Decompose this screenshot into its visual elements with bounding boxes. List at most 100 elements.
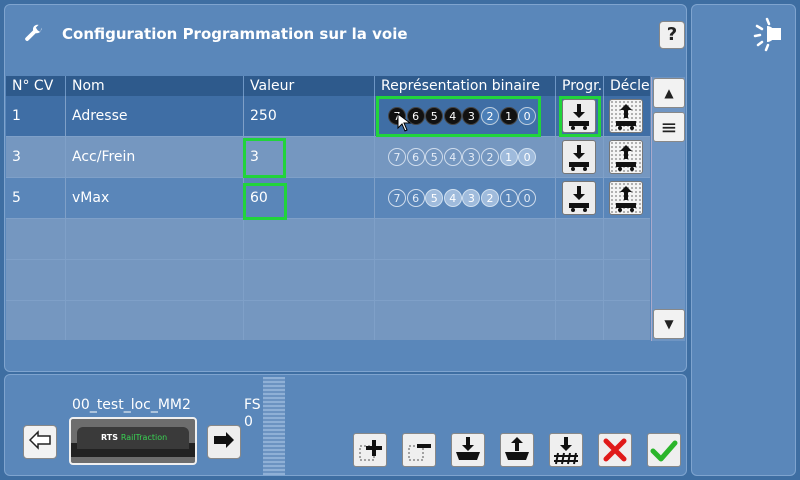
empty-row	[6, 219, 650, 260]
cv-configuration-panel: Configuration Programmation sur la voie …	[4, 4, 687, 372]
close-icon	[603, 438, 627, 462]
read-all-button[interactable]	[500, 433, 534, 467]
bit-toggle[interactable]: 5	[425, 148, 444, 166]
arrow-left-icon	[28, 430, 51, 450]
binary-representation[interactable]: 7 6 5 4 3 2 1 0	[375, 178, 556, 218]
read-cv-button[interactable]	[609, 140, 643, 174]
bit-toggle[interactable]: 6	[406, 189, 425, 207]
read-cell	[604, 96, 650, 136]
scroll-thumb[interactable]: ≡	[653, 112, 685, 142]
empty-cell	[6, 260, 66, 300]
table-row[interactable]: 1 Adresse 250 7 6 5 4 3 2 1 0	[6, 96, 650, 137]
bit-toggle[interactable]: 3	[462, 148, 481, 166]
table-row[interactable]: 3 Acc/Frein 3 7 6 5 4 3 2 1 0	[6, 137, 650, 178]
bit-toggles[interactable]: 7 6 5 4 3 2 1 0	[388, 148, 537, 166]
empty-cell	[244, 301, 375, 340]
bit-toggle[interactable]: 2	[480, 148, 499, 166]
scroll-down-button[interactable]: ▼	[653, 309, 685, 339]
bit-toggle[interactable]: 5	[425, 189, 444, 207]
cancel-button[interactable]	[598, 433, 632, 467]
add-cv-button[interactable]	[353, 433, 387, 467]
column-header-read[interactable]: Décle	[604, 76, 650, 96]
read-from-loco-icon	[616, 104, 636, 130]
bit-toggle[interactable]: 2	[480, 189, 499, 207]
bit-toggle[interactable]: 1	[499, 189, 518, 207]
column-header-cv[interactable]: N° CV	[6, 76, 66, 96]
binary-representation[interactable]: 7 6 5 4 3 2 1 0	[375, 137, 556, 177]
bit-toggles[interactable]: 7 6 5 4 3 2 1 0	[388, 189, 537, 207]
checkmark-icon	[650, 440, 678, 462]
program-cv-button[interactable]	[562, 140, 596, 174]
bit-toggle[interactable]: 3	[462, 189, 481, 207]
empty-cell	[66, 260, 244, 300]
right-side-panel	[691, 4, 796, 476]
empty-row	[6, 260, 650, 301]
bit-toggle[interactable]: 7	[388, 148, 406, 166]
upload-from-loco-icon	[505, 437, 529, 460]
fs-label: FS	[244, 397, 261, 413]
scroll-up-button[interactable]: ▲	[653, 78, 685, 108]
value-highlight	[243, 183, 287, 220]
cv-name: Adresse	[66, 96, 244, 136]
fs-value: 0	[244, 414, 253, 430]
column-header-program[interactable]: Progr.	[556, 76, 604, 96]
cv-value[interactable]: 250	[244, 96, 375, 136]
empty-cell	[66, 219, 244, 259]
locomotive-logo-text: RTS RailTraction	[101, 433, 168, 442]
help-button[interactable]: ?	[659, 21, 685, 49]
bit-toggle[interactable]: 0	[518, 148, 537, 166]
table-row[interactable]: 5 vMax 6 0 7 6 5 4 3 2 1 0	[6, 178, 650, 219]
program-highlight	[559, 96, 601, 137]
bit-toggle[interactable]: 1	[499, 148, 518, 166]
cv-name: vMax	[66, 178, 244, 218]
panel-header: Configuration Programmation sur la voie …	[5, 5, 686, 63]
write-to-loco-icon	[569, 145, 589, 171]
program-cell	[556, 137, 604, 177]
locomotive-name: 00_test_loc_MM2	[72, 397, 191, 413]
empty-cell	[6, 301, 66, 340]
write-all-button[interactable]	[451, 433, 485, 467]
remove-cv-button[interactable]	[402, 433, 436, 467]
previous-locomotive-button[interactable]	[23, 425, 57, 459]
locomotive-image[interactable]: RTS RailTraction	[69, 417, 197, 465]
bit-toggle[interactable]: 6	[406, 148, 425, 166]
page-title: Configuration Programmation sur la voie	[62, 25, 408, 43]
write-to-loco-icon	[569, 186, 589, 212]
program-cell	[556, 178, 604, 218]
next-locomotive-button[interactable]	[207, 425, 241, 459]
cv-number: 3	[6, 137, 66, 177]
lamp-icon[interactable]	[753, 16, 789, 52]
value-highlight	[243, 138, 286, 178]
empty-row	[6, 301, 650, 340]
column-header-value[interactable]: Valeur	[244, 76, 375, 96]
read-cell	[604, 178, 650, 218]
read-cell	[604, 137, 650, 177]
bit-toggle[interactable]: 4	[443, 189, 462, 207]
empty-cell	[556, 301, 604, 340]
speed-slider[interactable]	[263, 377, 285, 475]
empty-cell	[556, 219, 604, 259]
bit-toggle[interactable]: 7	[388, 189, 406, 207]
read-from-loco-icon	[616, 145, 636, 171]
cv-number: 5	[6, 178, 66, 218]
download-to-loco-icon	[456, 437, 480, 460]
read-cv-button[interactable]	[609, 181, 643, 215]
bit-toggle[interactable]: 0	[518, 189, 537, 207]
program-cv-button[interactable]	[562, 181, 596, 215]
empty-cell	[244, 260, 375, 300]
confirm-button[interactable]	[647, 433, 681, 467]
plus-icon	[359, 440, 382, 461]
mouse-cursor-icon	[397, 113, 412, 132]
column-header-binary[interactable]: Représentation binaire	[375, 76, 556, 96]
empty-cell	[6, 219, 66, 259]
wrench-icon	[25, 24, 42, 41]
empty-cell	[375, 260, 556, 300]
read-cv-button[interactable]	[609, 99, 643, 133]
bit-toggle[interactable]: 4	[443, 148, 462, 166]
read-from-loco-icon	[616, 186, 636, 212]
empty-cell	[66, 301, 244, 340]
vertical-scrollbar[interactable]: ▲ ≡ ▼	[651, 77, 685, 341]
arrow-right-icon	[214, 432, 234, 448]
write-to-track-button[interactable]	[549, 433, 583, 467]
column-header-name[interactable]: Nom	[66, 76, 244, 96]
